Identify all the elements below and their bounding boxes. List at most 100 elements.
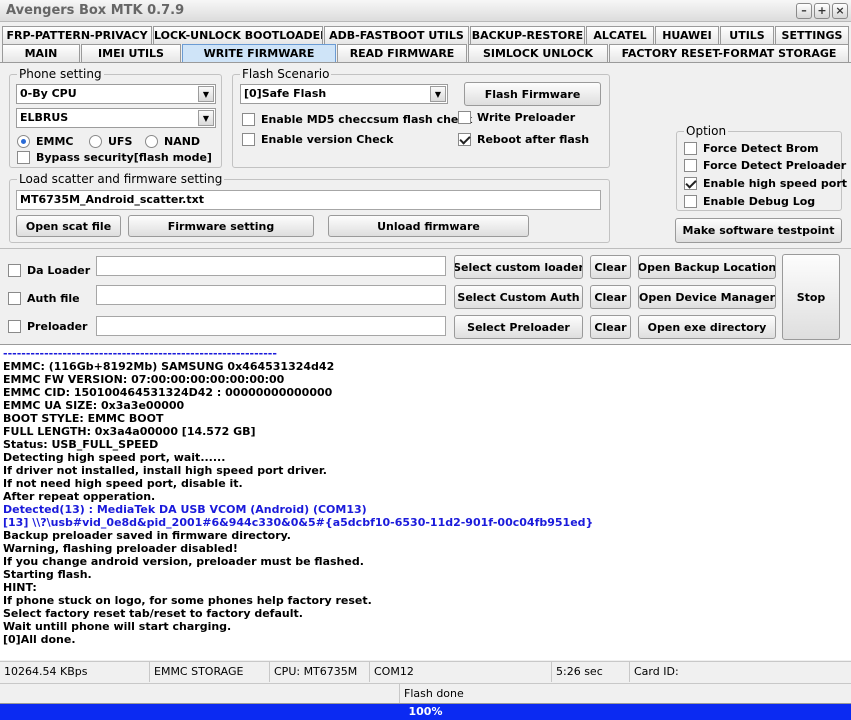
write-preloader-label: Write Preloader [477, 110, 576, 124]
tab-adb-fastboot-utils[interactable]: ADB-FASTBOOT UTILS [324, 26, 469, 44]
tab-simlock-unlock[interactable]: SIMLOCK UNLOCK [468, 44, 608, 62]
version-check-box [242, 132, 255, 146]
tab-imei-utils[interactable]: IMEI UTILS [81, 44, 181, 62]
select-custom-loader-button[interactable]: Select custom loader [454, 255, 583, 279]
clear-preloader-button[interactable]: Clear [590, 315, 631, 339]
model-select-value: ELBRUS [20, 111, 69, 124]
clear-auth-file-button[interactable]: Clear [590, 285, 631, 309]
auth-file-label: Auth file [27, 291, 80, 305]
radio-emmc[interactable]: EMMC [17, 133, 73, 149]
auth-file-box [8, 291, 21, 305]
tab-factory-reset-format-storage[interactable]: FACTORY RESET-FORMAT STORAGE [609, 44, 849, 62]
force-detect-brom-label: Force Detect Brom [703, 141, 819, 155]
log-line: Status: USB_FULL_SPEED [3, 438, 159, 451]
md5-check-checkbox[interactable]: Enable MD5 checcsum flash check [242, 111, 472, 127]
minimize-icon: – [801, 4, 807, 17]
status-card-id: Card ID: [634, 665, 679, 678]
log-line: [13] \\?\usb#vid_0e8d&pid_2001#6&944c330… [3, 516, 594, 529]
log-line: [0]All done. [3, 633, 76, 646]
bypass-security-box [17, 150, 30, 164]
force-detect-preloader-checkbox[interactable]: Force Detect Preloader [684, 157, 846, 173]
tab-utils[interactable]: UTILS [720, 26, 774, 44]
open-backup-location-button[interactable]: Open Backup Location [638, 255, 776, 279]
tab-main[interactable]: MAIN [2, 44, 80, 62]
cpu-select-value: 0-By CPU [20, 87, 77, 100]
da-loader-box [8, 263, 21, 277]
scatter-path-input[interactable]: MT6735M_Android_scatter.txt [16, 190, 601, 210]
maximize-button[interactable]: + [814, 3, 830, 19]
make-software-testpoint-button[interactable]: Make software testpoint [675, 218, 842, 243]
close-button[interactable]: × [832, 3, 848, 19]
log-line: Detected(13) : MediaTek DA USB VCOM (And… [3, 503, 367, 516]
log-line: If phone stuck on logo, for some phones … [3, 594, 372, 607]
progress-label: 100% [408, 705, 443, 718]
open-exe-directory-button[interactable]: Open exe directory [638, 315, 776, 339]
status-storage: EMMC STORAGE [150, 662, 270, 682]
tab-frp-pattern-privacy[interactable]: FRP-PATTERN-PRIVACY [2, 26, 152, 44]
firmware-setting-button[interactable]: Firmware setting [128, 215, 314, 237]
force-detect-brom-box [684, 141, 697, 155]
md5-check-label: Enable MD5 checcsum flash check [261, 112, 473, 126]
high-speed-port-box [684, 176, 697, 190]
bypass-security-checkbox[interactable]: Bypass security[flash mode] [17, 149, 212, 165]
open-device-manager-button[interactable]: Open Device Manager [638, 285, 776, 309]
select-custom-auth-button[interactable]: Select Custom Auth [454, 285, 583, 309]
scatter-label: Load scatter and firmware setting [17, 172, 225, 186]
flash-scenario-select[interactable]: [0]Safe Flash ▼ [240, 84, 448, 104]
radio-ufs[interactable]: UFS [89, 133, 132, 149]
high-speed-port-checkbox[interactable]: Enable high speed port [684, 175, 847, 191]
log-line: HINT: [3, 581, 37, 594]
status-time: 5:26 sec [552, 662, 630, 682]
log-line: BOOT STYLE: EMMC BOOT [3, 412, 164, 425]
minimize-button[interactable]: – [796, 3, 812, 19]
model-select[interactable]: ELBRUS ▼ [16, 108, 216, 128]
tab-lock-unlock-bootloader[interactable]: LOCK-UNLOCK BOOTLOADER [153, 26, 323, 44]
tab-alcatel[interactable]: ALCATEL [586, 26, 654, 44]
log-line: If driver not installed, install high sp… [3, 464, 327, 477]
log-line: Detecting high speed port, wait...... [3, 451, 226, 464]
preloader-box [8, 319, 21, 333]
radio-nand[interactable]: NAND [145, 133, 200, 149]
version-check-label: Enable version Check [261, 132, 394, 146]
force-detect-brom-checkbox[interactable]: Force Detect Brom [684, 140, 819, 156]
tab-write-firmware[interactable]: WRITE FIRMWARE [182, 44, 336, 62]
da-loader-checkbox[interactable]: Da Loader [8, 262, 90, 278]
radio-ufs-indicator [89, 134, 102, 148]
version-check-checkbox[interactable]: Enable version Check [242, 131, 394, 147]
log-line: Warning, flashing preloader disabled! [3, 542, 238, 555]
log-output[interactable]: ----------------------------------------… [0, 344, 851, 660]
flash-scenario-label: Flash Scenario [240, 67, 332, 81]
tab-read-firmware[interactable]: READ FIRMWARE [337, 44, 467, 62]
chevron-down-icon: ▼ [430, 86, 446, 102]
stop-button[interactable]: Stop [782, 254, 840, 340]
open-scat-file-button[interactable]: Open scat file [16, 215, 121, 237]
unload-firmware-button[interactable]: Unload firmware [328, 215, 529, 237]
log-line: EMMC: (116Gb+8192Mb) SAMSUNG 0x464531324… [3, 360, 335, 373]
status-message: Flash done [404, 687, 464, 700]
preloader-input[interactable] [96, 316, 446, 336]
tab-huawei[interactable]: HUAWEI [655, 26, 719, 44]
auth-file-input[interactable] [96, 285, 446, 305]
log-line: Select factory reset tab/reset to factor… [3, 607, 303, 620]
debug-log-label: Enable Debug Log [703, 194, 816, 208]
preloader-checkbox[interactable]: Preloader [8, 318, 87, 334]
auth-file-checkbox[interactable]: Auth file [8, 290, 80, 306]
cpu-select[interactable]: 0-By CPU ▼ [16, 84, 216, 104]
tab-settings[interactable]: SETTINGS [775, 26, 849, 44]
debug-log-box [684, 194, 697, 208]
write-preloader-checkbox[interactable]: Write Preloader [458, 109, 575, 125]
flash-firmware-button[interactable]: Flash Firmware [464, 82, 601, 106]
write-preloader-box [458, 110, 471, 124]
log-line: EMMC UA SIZE: 0x3a3e00000 [3, 399, 185, 412]
debug-log-checkbox[interactable]: Enable Debug Log [684, 193, 815, 209]
reboot-after-flash-checkbox[interactable]: Reboot after flash [458, 131, 589, 147]
radio-emmc-label: EMMC [36, 134, 74, 148]
select-preloader-button[interactable]: Select Preloader [454, 315, 583, 339]
clear-da-loader-button[interactable]: Clear [590, 255, 631, 279]
radio-ufs-label: UFS [108, 134, 133, 148]
log-line: If not need high speed port, disable it. [3, 477, 243, 490]
da-loader-label: Da Loader [27, 263, 91, 277]
da-loader-input[interactable] [96, 256, 446, 276]
tab-backup-restore[interactable]: BACKUP-RESTORE [470, 26, 585, 44]
log-line: Starting flash. [3, 568, 92, 581]
